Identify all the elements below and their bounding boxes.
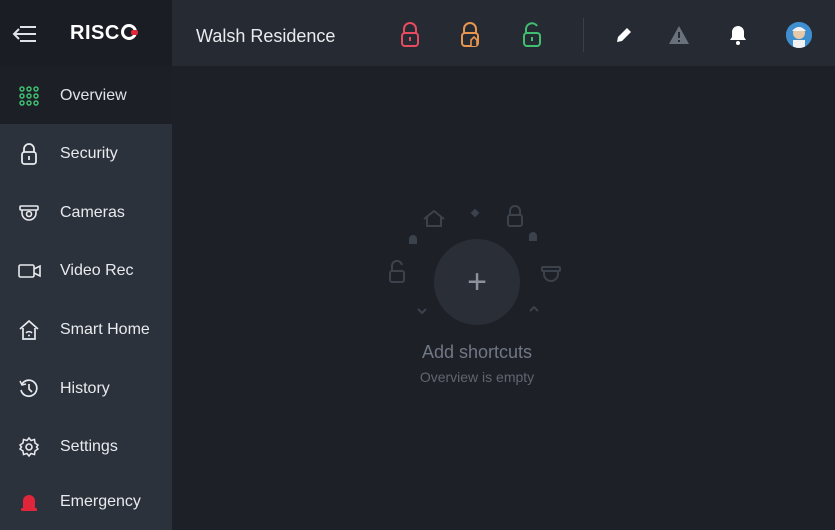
lock-icon [18, 143, 40, 165]
sidebar-item-label: Cameras [60, 204, 125, 221]
sidebar-item-label: Emergency [60, 493, 141, 510]
sidebar-item-history[interactable]: History [0, 359, 172, 417]
video-icon [18, 260, 41, 282]
warning-icon[interactable] [668, 25, 690, 50]
gear-icon [18, 436, 40, 458]
sidebar-item-cameras[interactable]: Cameras [0, 183, 172, 241]
sidebar-item-label: Overview [60, 87, 127, 104]
sidebar: Overview Security Cameras Video Rec Smar… [0, 66, 172, 530]
sidebar-item-emergency[interactable]: Emergency [0, 472, 172, 530]
disarmed-lock-icon[interactable] [522, 22, 542, 53]
sidebar-item-label: Smart Home [60, 321, 150, 338]
add-shortcut-button[interactable]: + [434, 239, 520, 325]
collapse-menu-icon[interactable] [10, 23, 38, 45]
sidebar-item-label: Security [60, 145, 118, 162]
top-bar: RISC Walsh Residence [0, 0, 835, 66]
plus-icon: + [467, 263, 487, 301]
partial-lock-icon[interactable] [460, 22, 482, 53]
avatar[interactable] [786, 22, 812, 48]
sidebar-item-security[interactable]: Security [0, 124, 172, 182]
smart-home-icon [18, 319, 40, 341]
sidebar-item-settings[interactable]: Settings [0, 417, 172, 475]
empty-state-subtitle: Overview is empty [419, 369, 535, 385]
main-content: + Add shortcuts Overview is empty [172, 66, 835, 530]
empty-state-title: Add shortcuts [421, 342, 533, 362]
brand-area: RISC [0, 0, 172, 66]
sidebar-item-overview[interactable]: Overview [0, 66, 172, 124]
armed-lock-icon[interactable] [400, 22, 420, 53]
sidebar-item-label: Settings [60, 438, 118, 455]
sidebar-item-label: Video Rec [60, 262, 134, 279]
bell-icon[interactable] [728, 24, 748, 51]
site-title: Walsh Residence [196, 26, 336, 46]
sidebar-item-video-rec[interactable]: Video Rec [0, 241, 172, 299]
risco-logo: RISC [70, 22, 138, 45]
overview-grid-icon [18, 85, 40, 107]
history-icon [18, 378, 40, 400]
pencil-icon[interactable] [614, 25, 634, 50]
sidebar-item-smart-home[interactable]: Smart Home [0, 300, 172, 358]
emergency-siren-icon [18, 491, 40, 513]
toolbar-separator [583, 18, 584, 52]
sidebar-item-label: History [60, 380, 110, 397]
camera-icon [18, 202, 40, 224]
